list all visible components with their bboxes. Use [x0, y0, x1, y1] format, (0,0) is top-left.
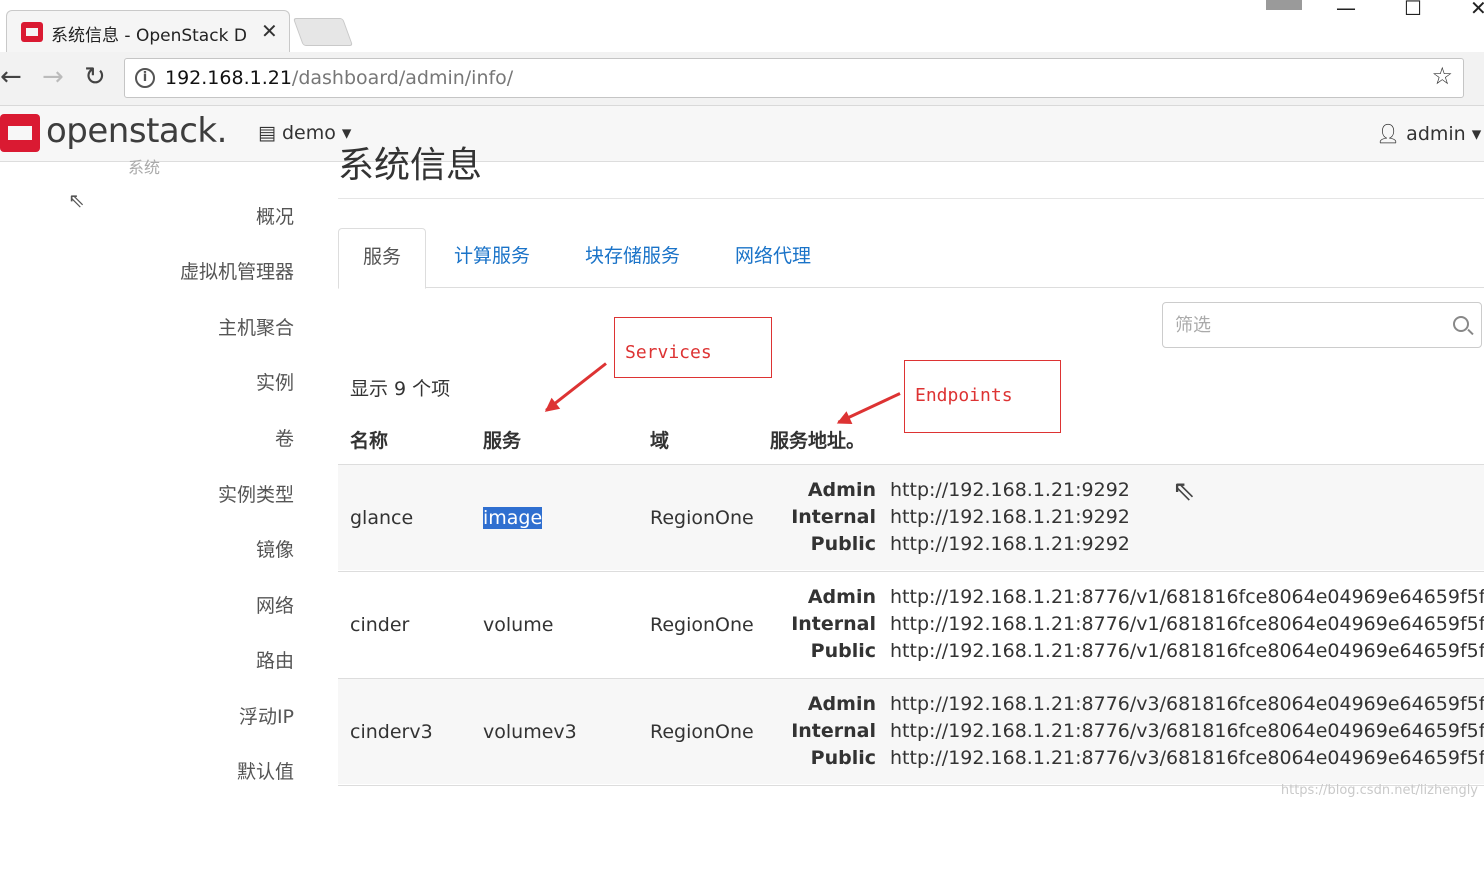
- site-info-icon[interactable]: i: [135, 68, 155, 88]
- sidebar-item-overview[interactable]: 概况: [256, 202, 294, 229]
- watermark: https://blog.csdn.net/lizhengly: [1281, 783, 1478, 798]
- cell-region: RegionOne: [650, 507, 754, 529]
- endpoint-interface: Admin: [768, 479, 890, 506]
- column-header-name: 名称: [350, 426, 388, 453]
- project-name: demo: [282, 122, 336, 144]
- item-count: 显示 9 个项: [350, 374, 450, 401]
- endpoint-url: http://192.168.1.21:8776/v3/681816fce806…: [890, 720, 1484, 747]
- cell-endpoints: Adminhttp://192.168.1.21:8776/v3/681816f…: [768, 693, 1484, 774]
- reload-icon[interactable]: ↻: [84, 62, 106, 92]
- project-list-icon: ▤: [258, 122, 282, 144]
- endpoint-interface: Public: [768, 533, 890, 560]
- table-row: cinder volume RegionOne Adminhttp://192.…: [338, 571, 1484, 677]
- tab-title: 系统信息 - OpenStack D: [51, 21, 251, 46]
- sidebar-item-hypervisors[interactable]: 虚拟机管理器: [180, 257, 294, 284]
- back-icon[interactable]: ←: [0, 62, 22, 92]
- table-row-partial: [338, 785, 1484, 891]
- sidebar-item-images[interactable]: 镜像: [256, 535, 294, 562]
- tab-compute-services[interactable]: 计算服务: [430, 228, 554, 288]
- endpoint-interface: Internal: [768, 506, 890, 533]
- chevron-down-icon: ▾: [1466, 123, 1482, 145]
- openstack-logo-icon[interactable]: [0, 114, 40, 152]
- sidebar-item-networks[interactable]: 网络: [256, 591, 294, 618]
- column-header-endpoints: 服务地址。: [770, 426, 865, 453]
- endpoint-interface: Public: [768, 747, 890, 774]
- minimize-icon[interactable]: —: [1336, 0, 1356, 20]
- tab-close-icon[interactable]: ✕: [261, 19, 278, 43]
- filter-box: [1162, 302, 1482, 348]
- tab-services[interactable]: 服务: [338, 228, 426, 289]
- openstack-logo-text[interactable]: openstack.: [46, 111, 227, 151]
- user-icon: 👤︎: [1376, 123, 1406, 145]
- address-bar: ← → ↻ i 192.168.1.21/dashboard/admin/inf…: [0, 52, 1484, 106]
- url-text[interactable]: 192.168.1.21/dashboard/admin/info/: [165, 67, 513, 89]
- cell-service: image: [483, 507, 542, 529]
- tab-bar: 服务 计算服务 块存储服务 网络代理: [338, 228, 1484, 288]
- browser-tab[interactable]: 系统信息 - OpenStack D ✕: [6, 10, 290, 52]
- endpoint-url: http://192.168.1.21:9292: [890, 506, 1130, 533]
- user-dropdown[interactable]: 👤︎ admin ▾: [1376, 122, 1481, 145]
- openstack-favicon-icon: [21, 22, 43, 42]
- window-close-icon[interactable]: ✕: [1470, 0, 1484, 20]
- cell-region: RegionOne: [650, 721, 754, 743]
- mouse-cursor-icon: ⇖: [1172, 474, 1195, 507]
- endpoint-url: http://192.168.1.21:8776/v3/681816fce806…: [890, 747, 1484, 774]
- sidebar-item-host-aggregates[interactable]: 主机聚合: [218, 313, 294, 340]
- sidebar-item-instances[interactable]: 实例: [256, 368, 294, 395]
- endpoint-url: http://192.168.1.21:9292: [890, 479, 1130, 506]
- table-row: cinderv3 volumev3 RegionOne Adminhttp://…: [338, 678, 1484, 784]
- divider: [338, 198, 1484, 199]
- cell-endpoints: Adminhttp://192.168.1.21:9292 Internalht…: [768, 479, 1130, 560]
- sidebar-item-floating-ips[interactable]: 浮动IP: [239, 702, 294, 729]
- tab-network-agents[interactable]: 网络代理: [711, 228, 835, 288]
- selected-text: image: [483, 507, 542, 529]
- endpoint-url: http://192.168.1.21:8776/v1/681816fce806…: [890, 613, 1484, 640]
- cell-name: cinder: [350, 614, 409, 636]
- mouse-cursor-icon: ⇖: [68, 188, 85, 212]
- cell-endpoints: Adminhttp://192.168.1.21:8776/v1/681816f…: [768, 586, 1484, 667]
- url-path: /dashboard/admin/info/: [292, 67, 513, 89]
- sidebar-item-volumes[interactable]: 卷: [275, 424, 294, 451]
- annotation-services: Services: [614, 317, 772, 378]
- user-name: admin: [1406, 123, 1466, 145]
- browser-tabstrip: 系统信息 - OpenStack D ✕ — ☐ ✕: [0, 0, 1484, 52]
- endpoint-url: http://192.168.1.21:8776/v3/681816fce806…: [890, 693, 1484, 720]
- endpoint-interface: Admin: [768, 693, 890, 720]
- window-profile-icon[interactable]: [1266, 0, 1302, 10]
- endpoint-interface: Public: [768, 640, 890, 667]
- endpoint-interface: Internal: [768, 720, 890, 747]
- endpoint-interface: Admin: [768, 586, 890, 613]
- url-host: 192.168.1.21: [165, 67, 292, 89]
- sidebar-item-routers[interactable]: 路由: [256, 646, 294, 673]
- endpoint-url: http://192.168.1.21:9292: [890, 533, 1130, 560]
- openstack-header: openstack. ▤ demo ▾ 👤︎ admin ▾: [0, 106, 1484, 162]
- new-tab-button[interactable]: [293, 18, 353, 46]
- cell-service: volumev3: [483, 721, 577, 743]
- search-icon[interactable]: [1453, 316, 1469, 332]
- sidebar: 系统 概况 虚拟机管理器 主机聚合 实例 卷 实例类型 镜像 网络 路由 浮动I…: [0, 162, 310, 806]
- endpoint-interface: Internal: [768, 613, 890, 640]
- page-title: 系统信息: [338, 136, 482, 188]
- cell-name: glance: [350, 507, 413, 529]
- cell-service: volume: [483, 614, 553, 636]
- endpoint-url: http://192.168.1.21:8776/v1/681816fce806…: [890, 640, 1484, 667]
- cell-region: RegionOne: [650, 614, 754, 636]
- annotation-endpoints: Endpoints: [904, 360, 1061, 433]
- url-field[interactable]: i 192.168.1.21/dashboard/admin/info/ ☆: [124, 58, 1464, 98]
- sidebar-group-label[interactable]: 系统: [128, 154, 160, 178]
- cell-name: cinderv3: [350, 721, 433, 743]
- bookmark-star-icon[interactable]: ☆: [1431, 62, 1453, 90]
- endpoint-url: http://192.168.1.21:8776/v1/681816fce806…: [890, 586, 1484, 613]
- forward-icon[interactable]: →: [42, 62, 64, 92]
- main-content: 系统信息 服务 计算服务 块存储服务 网络代理 显示 9 个项 名称 服务 域 …: [338, 162, 1484, 806]
- column-header-service: 服务: [483, 426, 521, 453]
- tab-block-storage-services[interactable]: 块存储服务: [561, 228, 704, 288]
- column-header-region: 域: [650, 426, 669, 453]
- table-row: glance image RegionOne Adminhttp://192.1…: [338, 464, 1484, 570]
- sidebar-item-flavors[interactable]: 实例类型: [218, 480, 294, 507]
- filter-input[interactable]: [1175, 311, 1435, 339]
- maximize-icon[interactable]: ☐: [1404, 0, 1422, 20]
- sidebar-item-defaults[interactable]: 默认值: [237, 757, 294, 784]
